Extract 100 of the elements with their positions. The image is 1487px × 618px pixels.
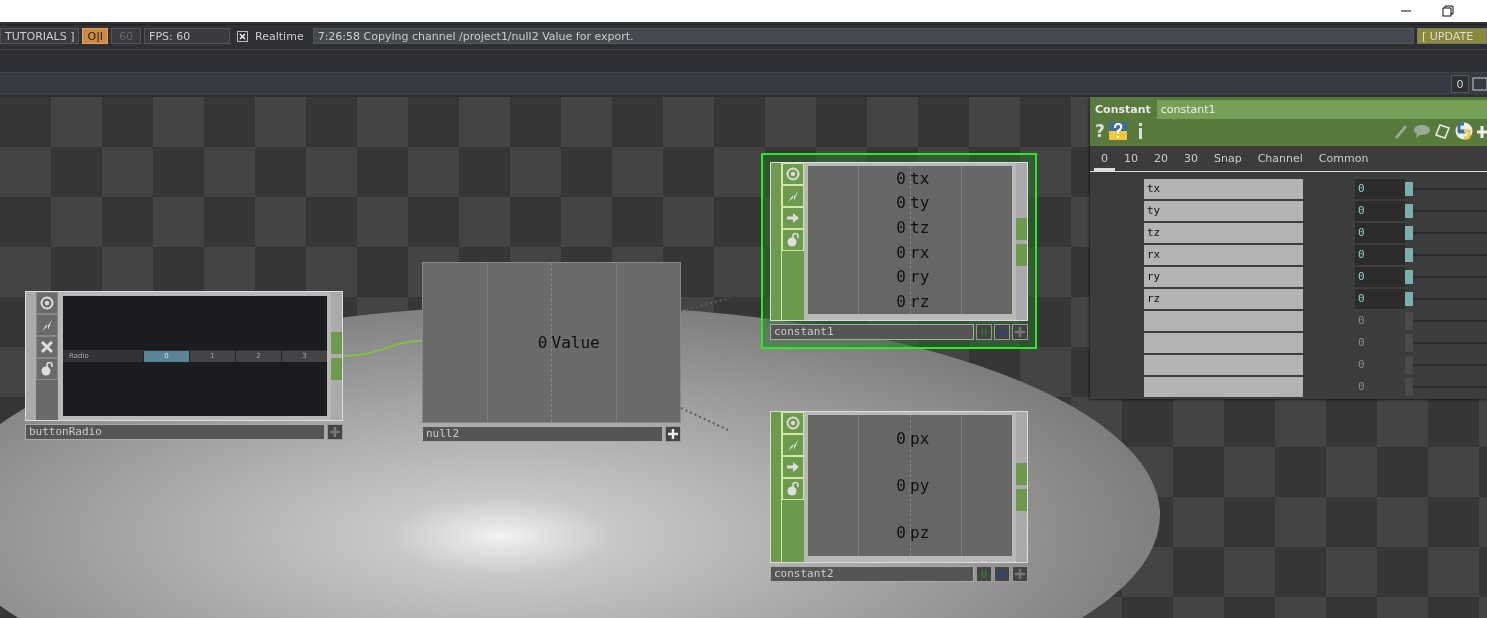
slider-thumb[interactable]: [1405, 292, 1413, 306]
output-connector[interactable]: [1016, 217, 1027, 240]
value-slider[interactable]: [1405, 267, 1487, 287]
slider-thumb[interactable]: [1405, 226, 1413, 240]
value-slider[interactable]: [1405, 179, 1487, 199]
parameter-tab[interactable]: Common: [1311, 152, 1376, 171]
arrow-flag-icon[interactable]: [786, 211, 800, 225]
node-name[interactable]: constant2: [770, 566, 974, 582]
slider-thumb[interactable]: [1405, 204, 1413, 218]
slider-thumb[interactable]: [1405, 312, 1413, 330]
realtime-checkbox[interactable]: [237, 30, 249, 42]
channel-value: 0: [895, 267, 907, 287]
parameter-tab[interactable]: 10: [1117, 152, 1145, 171]
comment-icon[interactable]: [1413, 122, 1431, 140]
value-field[interactable]: 0: [1355, 201, 1405, 221]
channel-name-field[interactable]: [1144, 333, 1303, 353]
channel-name: tz: [910, 218, 931, 238]
value-field[interactable]: 0: [1355, 289, 1405, 309]
channel-value: 0: [895, 218, 907, 238]
channel-name-field[interactable]: [1144, 355, 1303, 375]
value-slider[interactable]: [1405, 245, 1487, 265]
info-icon[interactable]: [1136, 122, 1145, 140]
slider-thumb[interactable]: [1405, 248, 1413, 262]
value-slider[interactable]: [1405, 377, 1487, 397]
plus-icon: [1015, 569, 1025, 579]
channel-name-field[interactable]: [1144, 311, 1303, 331]
slider-thumb[interactable]: [1405, 378, 1413, 396]
input-strip[interactable]: [771, 163, 782, 320]
display-flag-button[interactable]: [976, 566, 992, 582]
value-slider[interactable]: [1405, 311, 1487, 331]
slider-thumb[interactable]: [1405, 334, 1413, 352]
viewer-flag-icon[interactable]: [786, 416, 800, 430]
parameter-tab[interactable]: Snap: [1207, 152, 1249, 171]
value-field[interactable]: 0: [1355, 267, 1405, 287]
channel-name: px: [910, 429, 931, 448]
operator-type: Constant: [1094, 103, 1151, 116]
channel-name-field[interactable]: ty: [1144, 201, 1303, 221]
channel-name-field[interactable]: [1144, 377, 1303, 397]
lock-flag-icon[interactable]: [786, 233, 800, 247]
add-button[interactable]: [1012, 324, 1028, 340]
channel-name: ry: [910, 267, 931, 287]
fps-field: FPS: 60: [144, 28, 231, 44]
channel-value: 0: [895, 429, 907, 448]
parameter-tab[interactable]: 0: [1094, 152, 1115, 171]
node-name[interactable]: null2: [422, 426, 663, 442]
add-button[interactable]: [1012, 566, 1028, 582]
node-name[interactable]: buttonRadio: [25, 424, 325, 440]
parameter-tab[interactable]: 20: [1147, 152, 1175, 171]
render-flag-button[interactable]: [994, 566, 1010, 582]
channel-value: 0: [895, 523, 907, 542]
channel-name: rx: [910, 242, 931, 262]
bypass-flag-icon[interactable]: [40, 340, 54, 354]
tutorials-menu[interactable]: TUTORIALS ]: [0, 28, 80, 44]
channel-name-field[interactable]: ry: [1144, 267, 1303, 287]
window-icon[interactable]: [1471, 75, 1487, 93]
slider-thumb[interactable]: [1405, 356, 1413, 374]
node-name[interactable]: constant1: [770, 324, 974, 340]
slider-thumb[interactable]: [1405, 270, 1413, 284]
zoom-button[interactable]: 0: [1451, 75, 1469, 93]
input-strip[interactable]: [26, 292, 36, 420]
channel-name-field[interactable]: rx: [1144, 245, 1303, 265]
parameter-tab[interactable]: Channel: [1250, 152, 1310, 171]
restore-icon[interactable]: [1441, 4, 1455, 18]
render-flag-button[interactable]: [994, 324, 1010, 340]
add-button[interactable]: [327, 424, 343, 440]
lock-flag-icon[interactable]: [786, 482, 800, 496]
channel-name: py: [910, 476, 931, 495]
input-strip[interactable]: [771, 412, 782, 562]
arrow-flag-icon[interactable]: [786, 460, 800, 474]
value-field[interactable]: 0: [1355, 245, 1405, 265]
viewer-flag-icon[interactable]: [40, 296, 54, 310]
value-slider[interactable]: [1405, 289, 1487, 309]
help-button[interactable]: ?: [1092, 122, 1105, 140]
output-connector[interactable]: [1016, 243, 1027, 266]
channel-name-field[interactable]: tz: [1144, 223, 1303, 243]
viewer-flag-icon[interactable]: [786, 167, 800, 181]
python-icon[interactable]: [1455, 122, 1473, 140]
slider-thumb[interactable]: [1405, 182, 1413, 196]
channel-value: 0: [895, 292, 907, 312]
channel-value: 0: [895, 476, 907, 495]
lock-flag-icon[interactable]: [40, 362, 54, 376]
value-slider[interactable]: [1405, 355, 1487, 375]
channel-value: 0: [895, 242, 907, 262]
perform-button[interactable]: O|I: [82, 28, 109, 44]
channel-name-field[interactable]: rz: [1144, 289, 1303, 309]
display-flag-button[interactable]: [976, 324, 992, 340]
clipboard-icon[interactable]: [1435, 122, 1451, 140]
pencil-icon[interactable]: [1393, 122, 1409, 140]
value-field[interactable]: 0: [1355, 179, 1405, 199]
node-viewer[interactable]: 0 Value: [422, 262, 681, 423]
plus-icon: [330, 427, 340, 437]
python-help-icon[interactable]: [1108, 122, 1127, 140]
value-slider[interactable]: [1405, 201, 1487, 221]
value-field[interactable]: 0: [1355, 223, 1405, 243]
channel-name-field[interactable]: tx: [1144, 179, 1303, 199]
parameter-tab[interactable]: 30: [1177, 152, 1205, 171]
value-slider[interactable]: [1405, 333, 1487, 353]
wire: [680, 407, 731, 432]
value-slider[interactable]: [1405, 223, 1487, 243]
add-button[interactable]: [665, 426, 681, 442]
